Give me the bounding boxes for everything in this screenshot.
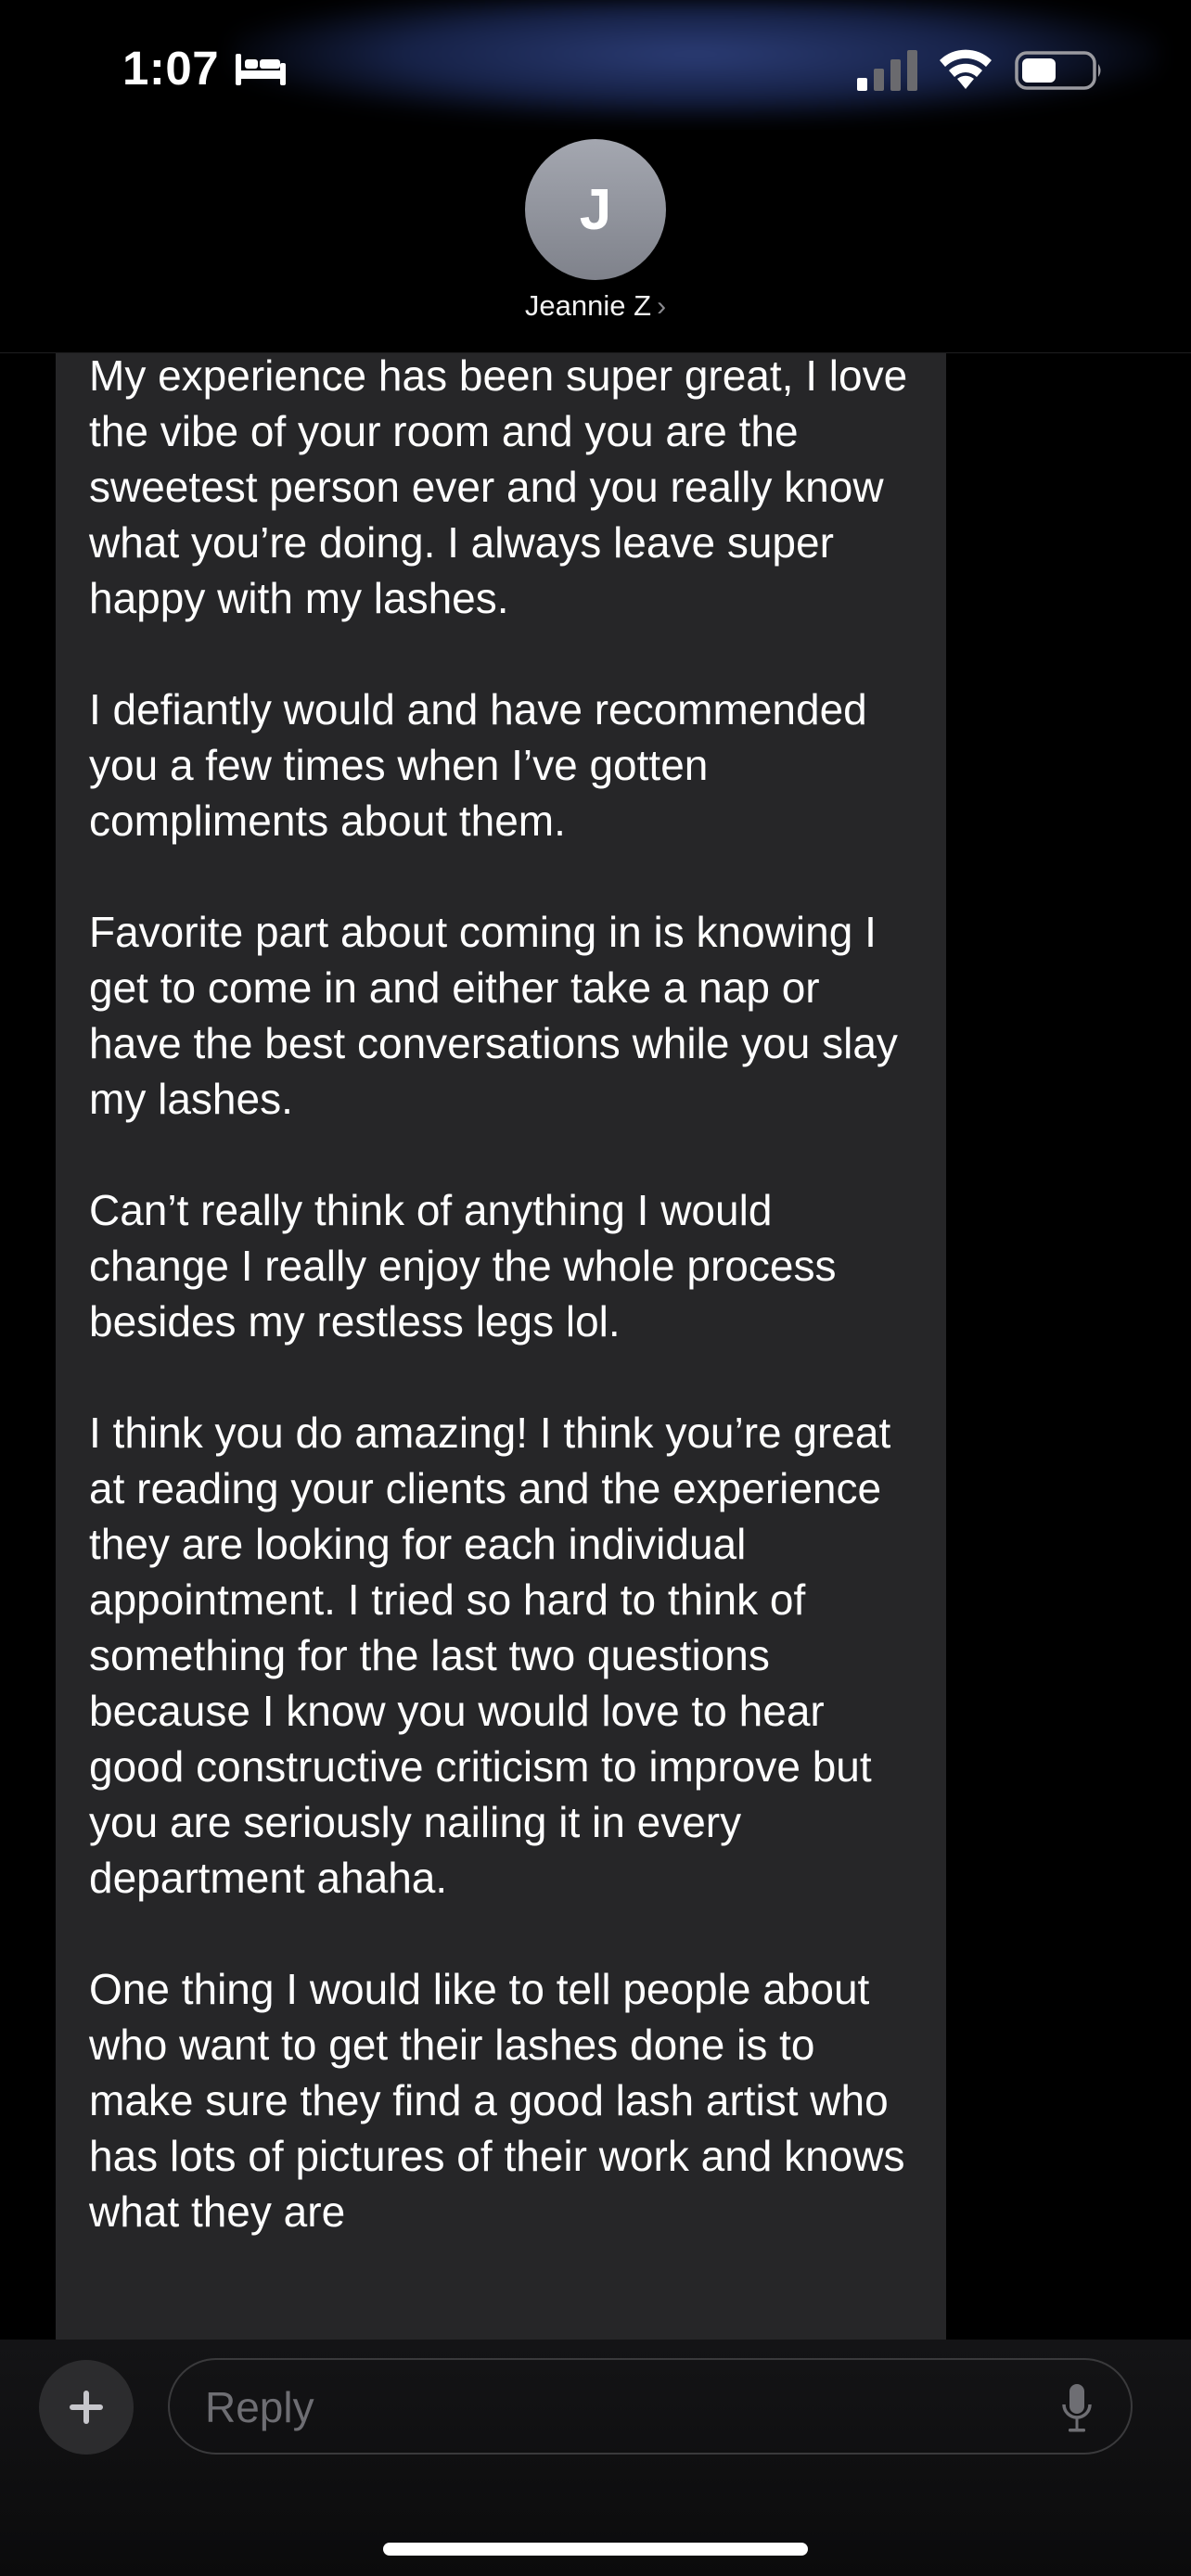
reply-input[interactable]	[203, 2360, 1023, 2455]
message-paragraph: Can’t really think of anything I would c…	[89, 1186, 837, 1345]
add-attachment-button[interactable]	[39, 2360, 134, 2455]
compose-bar	[0, 2340, 1191, 2576]
message-paragraph: I think you do amazing! I think you’re g…	[89, 1409, 891, 1902]
contact-name-button[interactable]: Jeannie Z ›	[0, 289, 1191, 323]
plus-icon	[70, 2391, 103, 2424]
battery-icon	[1015, 51, 1101, 90]
contact-avatar[interactable]: J	[525, 139, 666, 280]
microphone-icon[interactable]	[1060, 2382, 1094, 2434]
bed-icon	[236, 54, 286, 85]
message-thread[interactable]: My experience has been super great, I lo…	[0, 353, 1191, 2340]
message-paragraph: Favorite part about coming in is knowing…	[89, 908, 898, 1123]
message-paragraph: My experience has been super great, I lo…	[89, 353, 908, 622]
home-indicator[interactable]	[383, 2543, 808, 2556]
contact-name: Jeannie Z	[524, 289, 652, 322]
message-paragraph: I defiantly would and have recommended y…	[89, 685, 867, 845]
status-bar: 1:07	[0, 0, 1191, 130]
cellular-signal-icon	[857, 50, 917, 91]
message-paragraph: One thing I would like to tell people ab…	[89, 1965, 905, 2236]
reply-field[interactable]	[168, 2358, 1133, 2455]
wifi-icon	[940, 49, 992, 89]
conversation-header: J Jeannie Z ›	[0, 130, 1191, 353]
chevron-right-icon: ›	[657, 291, 667, 322]
incoming-message-bubble[interactable]: My experience has been super great, I lo…	[56, 353, 946, 2340]
status-time: 1:07	[122, 42, 220, 95]
